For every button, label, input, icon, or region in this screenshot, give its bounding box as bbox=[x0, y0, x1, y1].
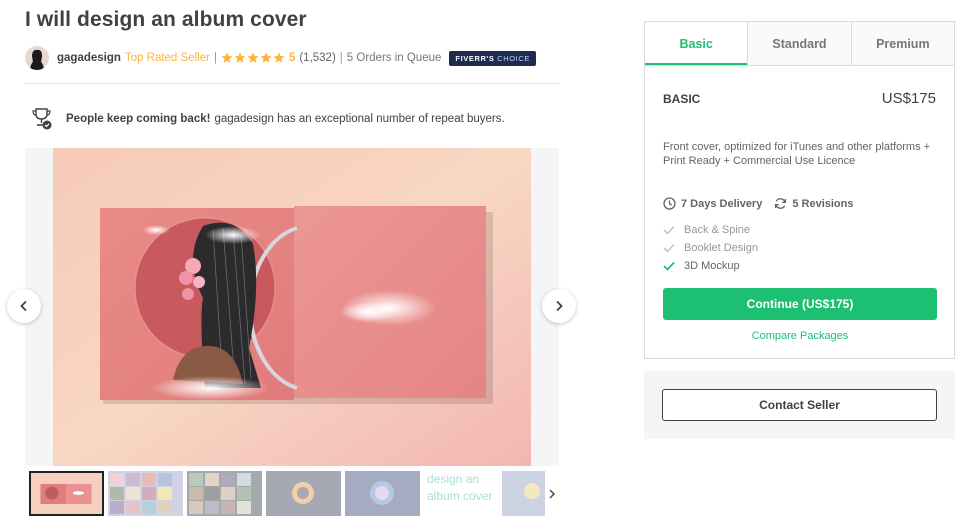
gallery-next-button[interactable] bbox=[542, 289, 576, 323]
refresh-icon bbox=[775, 198, 787, 209]
gallery-thumbnail[interactable] bbox=[187, 471, 262, 516]
seller-name[interactable]: gagadesign bbox=[57, 52, 121, 64]
feature-item: 3D Mockup bbox=[663, 257, 758, 275]
package-price: US$175 bbox=[881, 90, 936, 107]
separator: | bbox=[339, 52, 343, 64]
separator: | bbox=[213, 52, 217, 64]
star-rating bbox=[221, 52, 285, 64]
thumbnails-next-button[interactable] bbox=[545, 471, 559, 516]
gallery-thumbnails: design an album cover bbox=[25, 469, 559, 519]
rating-score: 5 bbox=[288, 52, 296, 64]
gig-gallery bbox=[25, 148, 559, 466]
feature-label: 3D Mockup bbox=[684, 260, 740, 272]
orders-in-queue: 5 Orders in Queue bbox=[346, 52, 442, 64]
check-icon bbox=[663, 243, 675, 253]
star-icon bbox=[273, 52, 285, 63]
feature-item: Back & Spine bbox=[663, 221, 758, 239]
gallery-thumbnail[interactable] bbox=[266, 471, 341, 516]
repeat-buyers-headline: People keep coming back! bbox=[66, 112, 211, 125]
feature-item: Booklet Design bbox=[663, 239, 758, 257]
chevron-right-icon bbox=[549, 489, 555, 498]
seller-info-row: gagadesign Top Rated Seller | 5 (1,532) … bbox=[25, 46, 536, 70]
package-header: BASIC US$175 bbox=[663, 90, 936, 107]
repeat-buyers-notice: People keep coming back! gagadesign has … bbox=[29, 106, 505, 131]
avatar[interactable] bbox=[25, 46, 49, 70]
package-panel: Basic Standard Premium BASIC US$175 Fron… bbox=[644, 21, 955, 359]
delivery-time: 7 Days Delivery bbox=[663, 197, 762, 210]
contact-seller-button[interactable]: Contact Seller bbox=[662, 389, 937, 421]
gallery-main-image[interactable] bbox=[53, 148, 531, 466]
delivery-label: 7 Days Delivery bbox=[681, 197, 763, 210]
gallery-prev-button[interactable] bbox=[7, 289, 41, 323]
tab-basic[interactable]: Basic bbox=[645, 22, 748, 65]
gallery-thumbnail[interactable] bbox=[345, 471, 420, 516]
package-tabs: Basic Standard Premium bbox=[645, 22, 954, 66]
star-icon bbox=[234, 52, 246, 63]
fiverrs-choice-badge: FIVERR'S CHOICE bbox=[449, 50, 536, 66]
seller-level: Top Rated Seller bbox=[124, 52, 210, 64]
check-icon bbox=[663, 261, 675, 271]
gig-title: I will design an album cover bbox=[25, 8, 307, 31]
gallery-thumbnail-alt-text[interactable]: design an album cover bbox=[423, 471, 498, 516]
compare-packages-link[interactable]: Compare Packages bbox=[663, 330, 937, 342]
badge-text-light: CHOICE bbox=[497, 53, 530, 63]
package-features: Back & Spine Booklet Design 3D Mockup bbox=[663, 221, 758, 275]
chevron-right-icon bbox=[556, 300, 563, 312]
review-count-link[interactable]: (1,532) bbox=[299, 52, 335, 64]
repeat-buyers-text: gagadesign has an exceptional number of … bbox=[214, 112, 505, 125]
clock-icon bbox=[663, 197, 676, 210]
continue-button[interactable]: Continue (US$175) bbox=[663, 288, 937, 320]
tab-standard[interactable]: Standard bbox=[747, 22, 851, 65]
trophy-icon bbox=[32, 108, 52, 130]
revisions-label: 5 Revisions bbox=[792, 197, 854, 210]
revisions: 5 Revisions bbox=[774, 197, 853, 210]
star-icon bbox=[221, 52, 233, 63]
package-meta: 7 Days Delivery 5 Revisions bbox=[663, 197, 865, 210]
package-description: Front cover, optimized for iTunes and ot… bbox=[663, 141, 931, 167]
badge-text: FIVERR'S bbox=[455, 53, 495, 63]
divider bbox=[25, 83, 559, 84]
gallery-thumbnail[interactable] bbox=[108, 471, 183, 516]
star-icon bbox=[247, 52, 259, 63]
feature-label: Back & Spine bbox=[684, 224, 751, 236]
check-icon bbox=[663, 225, 675, 235]
contact-panel: Contact Seller bbox=[644, 371, 955, 439]
chevron-left-icon bbox=[20, 300, 27, 312]
star-icon bbox=[260, 52, 272, 63]
package-name: BASIC bbox=[663, 91, 701, 106]
tab-premium[interactable]: Premium bbox=[850, 22, 954, 65]
gallery-thumbnail[interactable] bbox=[29, 471, 104, 516]
feature-label: Booklet Design bbox=[684, 242, 758, 254]
